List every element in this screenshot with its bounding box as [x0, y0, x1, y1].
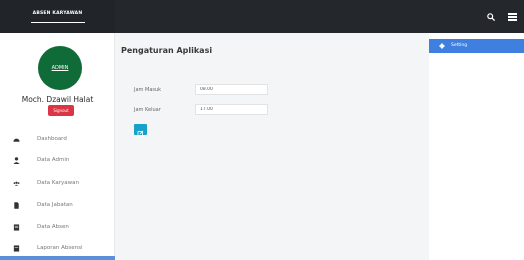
sidebar-active-indicator: [0, 256, 115, 260]
jam-keluar-input[interactable]: [195, 104, 268, 115]
brand-underline: [31, 22, 85, 23]
sidebar-item-data-jabatan[interactable]: Data Jabatan: [0, 198, 115, 214]
sidebar-item-data-karyawan[interactable]: Data Karyawan: [0, 176, 115, 192]
sidebar-item-data-absen[interactable]: Data Absen: [0, 220, 115, 236]
sidebar-item-label: Laporan Absensi: [37, 245, 83, 251]
menu-toggle-icon[interactable]: [508, 13, 517, 21]
brand[interactable]: ABSEN KARYAWAN: [0, 0, 115, 33]
edit-icon: [137, 130, 144, 137]
sidebar: ADMIN Moch. Dzawil Halat Signout Dashboa…: [0, 33, 115, 260]
sidebar-item-label: Data Admin: [37, 157, 70, 163]
jam-keluar-label: Jam Keluar: [134, 107, 161, 113]
jam-masuk-label: Jam Masuk: [134, 87, 162, 93]
search-icon[interactable]: [487, 13, 495, 21]
settings-panel: Setting: [429, 33, 524, 260]
page-title: Pengaturan Aplikasi: [121, 46, 213, 55]
signout-button[interactable]: Signout: [48, 105, 74, 116]
gear-icon: [439, 43, 445, 49]
report-icon: [13, 245, 20, 252]
setting-menu-item[interactable]: Setting: [429, 39, 524, 53]
avatar: ADMIN: [38, 46, 82, 90]
sidebar-item-data-admin[interactable]: Data Admin: [0, 153, 115, 169]
setting-label: Setting: [451, 43, 468, 48]
list-icon: [13, 224, 20, 231]
top-navbar: ABSEN KARYAWAN: [0, 0, 524, 33]
sidebar-item-label: Dashboard: [37, 136, 67, 142]
file-icon: [14, 202, 19, 209]
sidebar-item-label: Data Jabatan: [37, 202, 73, 208]
sidebar-item-laporan-absensi[interactable]: Laporan Absensi: [0, 241, 115, 257]
main-content: Pengaturan Aplikasi Jam Masuk Jam Keluar: [115, 33, 429, 260]
sidebar-item-dashboard[interactable]: Dashboard: [0, 132, 115, 148]
tachometer-icon: [13, 138, 20, 142]
user-icon: [13, 157, 20, 164]
sidebar-item-label: Data Karyawan: [37, 180, 80, 186]
users-icon: [13, 181, 20, 186]
jam-masuk-input[interactable]: [195, 84, 268, 95]
avatar-text: ADMIN: [51, 65, 69, 71]
brand-title: ABSEN KARYAWAN: [32, 11, 83, 16]
edit-button[interactable]: [134, 124, 147, 137]
profile-name: Moch. Dzawil Halat: [21, 95, 94, 104]
sidebar-item-label: Data Absen: [37, 224, 69, 230]
